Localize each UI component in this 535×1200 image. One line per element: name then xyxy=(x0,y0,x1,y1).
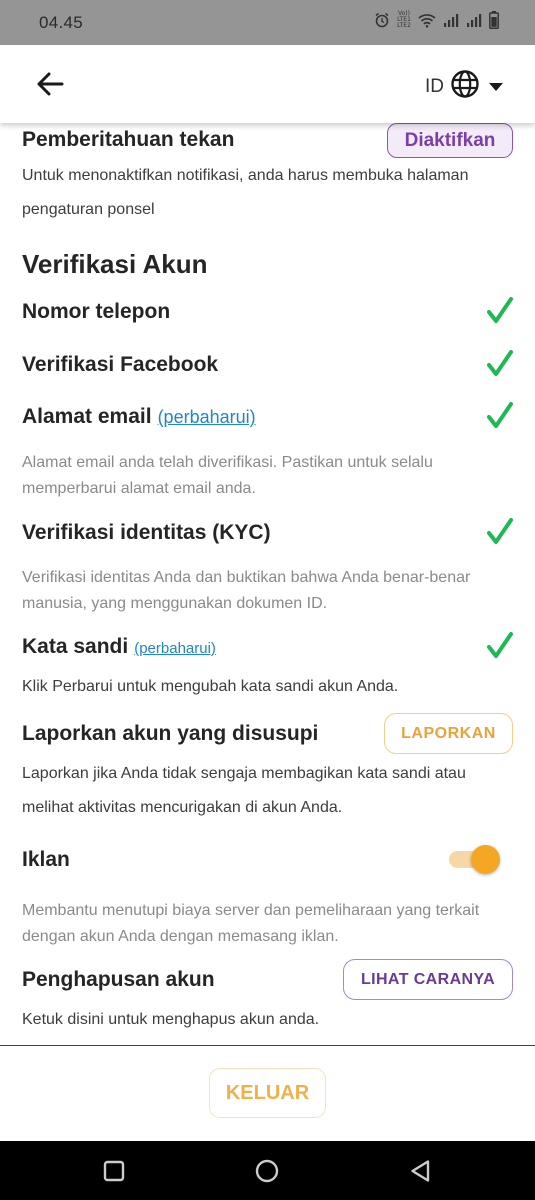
volte-icon: Vo)) LTE1 LTE2 xyxy=(397,11,411,29)
footer: KELUAR xyxy=(0,1046,535,1141)
report-button[interactable]: LAPORKAN xyxy=(384,713,513,754)
language-picker[interactable]: ID xyxy=(425,69,503,104)
home-circle-icon[interactable] xyxy=(254,1158,280,1184)
ads-description: Membantu menutupi biaya server dan pemel… xyxy=(22,902,480,945)
ads-title: Iklan xyxy=(22,848,70,871)
language-code: ID xyxy=(425,75,444,97)
email-verification-title: Alamat email xyxy=(22,405,152,428)
status-time: 04.45 xyxy=(39,13,84,32)
account-verification-heading: Verifikasi Akun xyxy=(22,249,208,279)
see-how-button[interactable]: LIHAT CARANYA xyxy=(343,959,513,1000)
ads-toggle-knob xyxy=(471,845,500,874)
push-notification-status-button[interactable]: Diaktifkan xyxy=(387,123,513,158)
wifi-icon xyxy=(418,13,436,28)
volte-bottom: LTE2 xyxy=(397,22,411,29)
facebook-verification-title: Verifikasi Facebook xyxy=(22,353,219,376)
check-icon xyxy=(487,518,513,546)
email-verification-description: Alamat email anda telah diverifikasi. Pa… xyxy=(22,454,433,497)
app-header: ID xyxy=(0,45,535,123)
check-icon xyxy=(487,632,513,660)
check-icon xyxy=(487,350,513,378)
password-row: Kata sandi (perbaharui) xyxy=(22,635,513,659)
report-description: Laporkan jika Anda tidak sengaja membagi… xyxy=(22,765,466,816)
system-nav-bar xyxy=(0,1141,535,1200)
status-bar: 04.45 Vo)) LTE1 LTE2 xyxy=(0,0,535,45)
battery-icon xyxy=(489,11,499,29)
password-title: Kata sandi xyxy=(22,635,129,658)
check-icon xyxy=(487,402,513,430)
kyc-verification-description: Verifikasi identitas Anda dan buktikan b… xyxy=(22,569,471,612)
back-button[interactable] xyxy=(34,69,66,99)
password-description: Klik Perbarui untuk mengubah kata sandi … xyxy=(22,678,399,695)
account-deletion-description: Ketuk disini untuk menghapus akun anda. xyxy=(22,1011,320,1028)
email-verification-row: Alamat email (perbaharui) xyxy=(22,405,513,429)
alarm-icon xyxy=(374,12,390,28)
logout-button[interactable]: KELUAR xyxy=(209,1068,326,1118)
back-triangle-icon[interactable] xyxy=(408,1158,434,1184)
settings-content[interactable]: Pemberitahuan tekan Diaktifkan Untuk men… xyxy=(0,123,535,1045)
signal-icon xyxy=(443,13,459,28)
kyc-verification-title: Verifikasi identitas (KYC) xyxy=(22,521,271,544)
signal-icon xyxy=(466,13,482,28)
ads-toggle[interactable] xyxy=(449,844,501,874)
caret-down-icon xyxy=(489,78,503,96)
push-notification-description: Untuk menonaktifkan notifikasi, anda har… xyxy=(22,167,469,218)
recents-square-icon[interactable] xyxy=(101,1158,127,1184)
password-update-link[interactable]: (perbaharui) xyxy=(134,640,216,657)
status-icons: Vo)) LTE1 LTE2 xyxy=(374,11,499,29)
arrow-left-icon xyxy=(34,72,66,103)
check-icon xyxy=(487,297,513,325)
phone-verification-title: Nomor telepon xyxy=(22,300,171,323)
globe-icon xyxy=(450,69,480,104)
email-update-link[interactable]: (perbaharui) xyxy=(158,407,256,427)
